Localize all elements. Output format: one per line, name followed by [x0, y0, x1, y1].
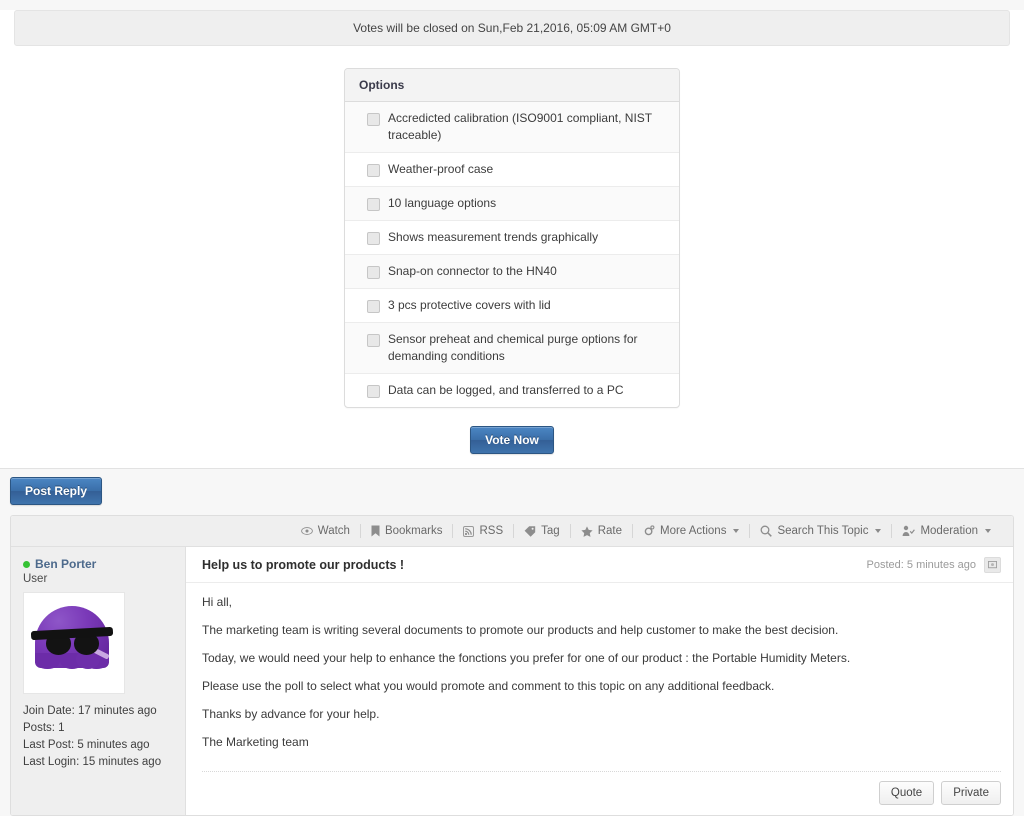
toolbar-item-moderation[interactable]: Moderation [892, 525, 1001, 537]
poll-close-notice: Votes will be closed on Sun,Feb 21,2016,… [14, 10, 1010, 46]
poll-option-checkbox[interactable] [367, 232, 380, 245]
toolbar-item-search-this-topic[interactable]: Search This Topic [750, 525, 891, 537]
poll-option-row[interactable]: Snap-on connector to the HN40 [345, 255, 679, 289]
post-meta: Posted: 5 minutes ago [867, 557, 1001, 573]
thread-toolbar: Watch Bookmarks RSS Tag Rate More Actions Sear… [11, 516, 1013, 547]
poll-option-label: Shows measurement trends graphically [388, 230, 599, 244]
post-header: Help us to promote our products ! Posted… [186, 547, 1013, 583]
post-body: Hi all, The marketing team is writing sev… [186, 583, 1013, 767]
poll-option-label: Snap-on connector to the HN40 [388, 264, 557, 278]
poll-options-header: Options [345, 69, 679, 102]
poll-option-row[interactable]: Sensor preheat and chemical purge option… [345, 323, 679, 374]
poll-options-box: Options Accredicted calibration (ISO9001… [344, 68, 680, 408]
star-icon [581, 525, 593, 537]
poll-option-checkbox[interactable] [367, 266, 380, 279]
search-icon [760, 525, 773, 537]
toolbar-item-label: Search This Topic [777, 525, 869, 537]
eye-icon [300, 526, 313, 536]
post-paragraph: Today, we would need your help to enhanc… [202, 651, 851, 665]
poll-option-checkbox[interactable] [367, 113, 380, 126]
poll-option-row[interactable]: 10 language options [345, 187, 679, 221]
poll-option-label: Weather-proof case [388, 162, 494, 176]
post-paragraph: Hi all, [202, 595, 233, 609]
post-paragraph: Please use the poll to select what you w… [202, 679, 775, 693]
poll-option-label: Sensor preheat and chemical purge option… [388, 332, 638, 363]
toolbar-item-label: Bookmarks [384, 525, 443, 537]
user-stat-line: Posts: 1 [23, 722, 65, 734]
poll-option-label: Data can be logged, and transferred to a… [388, 383, 624, 397]
poll-section: Votes will be closed on Sun,Feb 21,2016,… [0, 10, 1024, 469]
vote-now-button[interactable]: Vote Now [470, 426, 554, 454]
toolbar-item-more-actions[interactable]: More Actions [633, 525, 749, 537]
poll-option-row[interactable]: 3 pcs protective covers with lid [345, 289, 679, 323]
user-stats: Join Date: 17 minutes ago Posts: 1 Last Po… [23, 703, 173, 771]
reply-bar: Post Reply [0, 469, 1024, 515]
vote-row: Vote Now [0, 426, 1024, 454]
quote-button[interactable]: Quote [878, 781, 935, 805]
toolbar-item-label: Watch [317, 525, 350, 537]
poll-option-row[interactable]: Weather-proof case [345, 153, 679, 187]
poll-option-checkbox[interactable] [367, 198, 380, 211]
user-stat-line: Join Date: 17 minutes ago [23, 705, 157, 717]
poll-option-checkbox[interactable] [367, 164, 380, 177]
chevron-down-icon [733, 529, 740, 533]
poll-option-label: 3 pcs protective covers with lid [388, 298, 551, 312]
private-button[interactable]: Private [941, 781, 1001, 805]
toolbar-item-bookmarks[interactable]: Bookmarks [361, 525, 453, 537]
rss-icon [463, 525, 475, 537]
toolbar-item-label: Tag [541, 525, 560, 537]
post: Ben Porter User Join Date: 17 minutes ag… [11, 547, 1013, 815]
poll-option-row[interactable]: Accredicted calibration (ISO9001 complia… [345, 102, 679, 153]
online-status-icon [23, 560, 30, 568]
user-stat-line: Last Post: 5 minutes ago [23, 739, 150, 751]
poll-option-label: 10 language options [388, 196, 497, 210]
poll-option-row[interactable]: Data can be logged, and transferred to a… [345, 374, 679, 407]
tag-icon [524, 525, 536, 537]
poll-option-row[interactable]: Shows measurement trends graphically [345, 221, 679, 255]
toolbar-item-rate[interactable]: Rate [571, 525, 632, 537]
chevron-down-icon [985, 529, 991, 533]
gear-icon [643, 525, 655, 537]
username-row[interactable]: Ben Porter [23, 557, 173, 571]
post-main: Help us to promote our products ! Posted… [186, 547, 1013, 815]
post-reply-button[interactable]: Post Reply [10, 477, 103, 505]
toolbar-item-tag[interactable]: Tag [514, 525, 570, 537]
post-paragraph: Thanks by advance for your help. [202, 707, 380, 721]
toolbar-item-label: More Actions [659, 525, 727, 537]
toolbar-item-rss[interactable]: RSS [453, 525, 513, 537]
post-user-info: Ben Porter User Join Date: 17 minutes ag… [11, 547, 186, 815]
post-paragraph: The Marketing team [202, 735, 309, 749]
post-paragraph: The marketing team is writing several do… [202, 623, 839, 637]
post-timestamp: Posted: 5 minutes ago [866, 559, 976, 571]
poll-option-checkbox[interactable] [367, 385, 380, 398]
username: Ben Porter [35, 557, 97, 571]
bookmark-icon [371, 525, 380, 537]
user-check-icon [902, 525, 916, 537]
toolbar-item-label: Moderation [920, 525, 978, 537]
poll-option-checkbox[interactable] [367, 334, 380, 347]
user-stat-line: Last Login: 15 minutes ago [23, 756, 162, 768]
toolbar-item-watch[interactable]: Watch [291, 525, 360, 537]
user-role: User [23, 573, 48, 585]
toolbar-item-label: RSS [479, 525, 504, 537]
monitor-icon[interactable] [984, 557, 1001, 573]
toolbar-item-label: Rate [597, 525, 622, 537]
avatar [23, 592, 125, 694]
thread-panel: Watch Bookmarks RSS Tag Rate More Actions Sear… [10, 515, 1014, 816]
chevron-down-icon [875, 529, 882, 533]
poll-option-checkbox[interactable] [367, 300, 380, 313]
post-actions: Quote Private [202, 771, 1001, 815]
poll-option-label: Accredicted calibration (ISO9001 complia… [388, 111, 652, 142]
post-title: Help us to promote our products ! [202, 558, 405, 572]
